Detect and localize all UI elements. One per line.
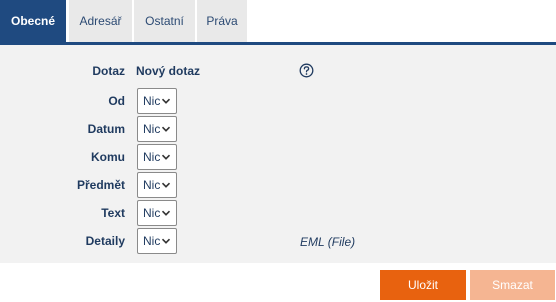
delete-button[interactable]: Smazat [470, 270, 555, 300]
chevron-down-icon [161, 98, 171, 104]
field-label-od: Od [108, 94, 125, 108]
field-label-detaily: Detaily [85, 234, 125, 248]
form-panel [0, 45, 556, 263]
select-value: Nic [143, 94, 161, 108]
chevron-down-icon [161, 238, 171, 244]
select-value: Nic [143, 122, 161, 136]
chevron-down-icon [161, 210, 171, 216]
details-note: EML (File) [300, 235, 356, 249]
chevron-down-icon [161, 154, 171, 160]
select-value: Nic [143, 234, 161, 248]
select-detaily[interactable]: Nic [137, 228, 177, 254]
save-button[interactable]: Uložit [380, 270, 466, 300]
chevron-down-icon [161, 126, 171, 132]
select-datum[interactable]: Nic [137, 116, 177, 142]
tab-adresar[interactable]: Adresář [69, 0, 132, 42]
field-label-komu: Komu [91, 150, 125, 164]
select-value: Nic [143, 150, 161, 164]
select-value: Nic [143, 206, 161, 220]
field-label-datum: Datum [87, 122, 125, 136]
tab-prava[interactable]: Práva [197, 0, 247, 42]
tab-obecne[interactable]: Obecné [0, 0, 66, 42]
chevron-down-icon [161, 182, 171, 188]
query-value: Nový dotaz [136, 64, 201, 78]
select-predmet[interactable]: Nic [137, 172, 177, 198]
select-text[interactable]: Nic [137, 200, 177, 226]
select-komu[interactable]: Nic [137, 144, 177, 170]
query-label: Dotaz [92, 64, 125, 78]
select-od[interactable]: Nic [137, 88, 177, 114]
question-circle-icon[interactable] [299, 63, 314, 78]
select-value: Nic [143, 178, 161, 192]
tab-bar: Obecné Adresář Ostatní Práva [0, 0, 556, 42]
tab-ostatni[interactable]: Ostatní [134, 0, 195, 42]
field-label-predmet: Předmět [76, 178, 125, 192]
field-label-text: Text [101, 206, 125, 220]
